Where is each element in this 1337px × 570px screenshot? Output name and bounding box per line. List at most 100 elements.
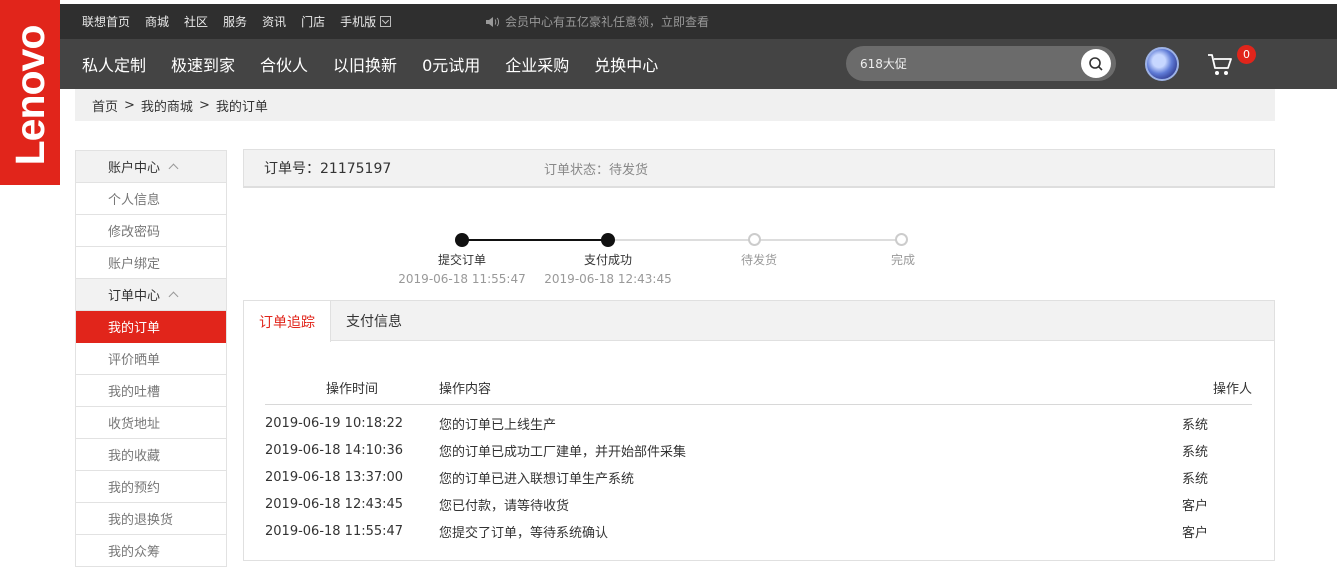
top-link-community[interactable]: 社区: [184, 13, 208, 30]
nav-item-exchange[interactable]: 兑换中心: [594, 52, 658, 76]
top-link-mobile[interactable]: 手机版: [340, 13, 392, 30]
breadcrumb-separator: >: [124, 97, 135, 113]
header-content: 操作内容: [439, 382, 492, 397]
sidebar: 账户中心 个人信息 修改密码 账户绑定 订单中心 我的订单 评价晒单 我的吐槽 …: [75, 150, 227, 567]
table-row: 2019-06-18 12:43:45 您已付款，请等待收货 客户: [265, 491, 1252, 518]
user-avatar[interactable]: [1145, 47, 1179, 81]
row-content: 您的订单已进入联想订单生产系统: [439, 472, 635, 487]
order-header: 订单号：21175197 订单状态：待发货: [243, 149, 1275, 188]
header-time: 操作时间: [326, 382, 379, 397]
top-link-stores[interactable]: 门店: [301, 13, 325, 30]
sidebar-item-reservations[interactable]: 我的预约: [76, 471, 226, 503]
sidebar-header-account[interactable]: 账户中心: [76, 151, 226, 183]
logo-text: Lenovo: [7, 25, 53, 166]
breadcrumb-separator: >: [198, 97, 210, 113]
progress-dot-complete: [895, 233, 908, 246]
row-time: 2019-06-19 10:18:22: [265, 416, 404, 431]
tracking-table: 操作时间 操作内容 操作人 2019-06-19 10:18:22 您的订单已上…: [265, 371, 1252, 545]
sidebar-item-account-binding[interactable]: 账户绑定: [76, 247, 226, 279]
progress-label-complete: 完成: [890, 253, 916, 267]
notice-text: 会员中心有五亿豪礼任意领，立即查看: [505, 15, 710, 29]
top-link-service[interactable]: 服务: [223, 13, 247, 30]
nav-item-enterprise[interactable]: 企业采购: [505, 52, 569, 76]
tab-payment-info[interactable]: 支付信息: [331, 301, 417, 341]
chevron-up-icon: [168, 163, 179, 174]
sidebar-item-my-orders[interactable]: 我的订单: [76, 311, 226, 343]
main-nav-bar: 私人定制 极速到家 合伙人 以旧换新 0元试用 企业采购 兑换中心 0: [60, 39, 1337, 89]
chevron-down-icon: [380, 16, 392, 27]
row-operator: 系统: [1182, 445, 1209, 460]
sidebar-item-returns[interactable]: 我的退换货: [76, 503, 226, 535]
table-row: 2019-06-18 13:37:00 您的订单已进入联想订单生产系统 系统: [265, 464, 1252, 491]
breadcrumb-my-mall[interactable]: 我的商城: [141, 96, 193, 115]
member-notice[interactable]: 会员中心有五亿豪礼任意领，立即查看: [485, 4, 709, 39]
row-time: 2019-06-18 11:55:47: [265, 524, 404, 539]
row-operator: 客户: [1182, 526, 1209, 541]
nav-item-trade-in[interactable]: 以旧换新: [333, 52, 397, 76]
table-row: 2019-06-19 10:18:22 您的订单已上线生产 系统: [265, 410, 1252, 437]
row-time: 2019-06-18 14:10:36: [265, 443, 404, 458]
sidebar-item-crowdfunding[interactable]: 我的众筹: [76, 535, 226, 567]
speaker-icon: [486, 16, 499, 27]
cart-icon[interactable]: [1206, 51, 1234, 77]
top-link-mobile-label: 手机版: [340, 15, 377, 29]
row-content: 您的订单已成功工厂建单，并开始部件采集: [439, 445, 687, 460]
sidebar-header-label: 账户中心: [108, 161, 161, 176]
search-button[interactable]: [1081, 49, 1111, 78]
top-link-mall[interactable]: 商城: [145, 13, 169, 30]
search-icon: [1089, 56, 1103, 71]
table-header: 操作时间 操作内容 操作人: [265, 371, 1252, 405]
sidebar-header-label: 订单中心: [108, 289, 161, 304]
row-operator: 系统: [1182, 418, 1209, 433]
sidebar-item-change-password[interactable]: 修改密码: [76, 215, 226, 247]
search-box: [846, 46, 1116, 81]
cart-count-badge: 0: [1237, 45, 1256, 64]
table-row: 2019-06-18 14:10:36 您的订单已成功工厂建单，并开始部件采集 …: [265, 437, 1252, 464]
row-operator: 客户: [1182, 499, 1209, 514]
nav-items: 私人定制 极速到家 合伙人 以旧换新 0元试用 企业采购 兑换中心: [82, 39, 683, 89]
nav-item-free-trial[interactable]: 0元试用: [422, 52, 480, 76]
row-content: 您提交了订单，等待系统确认: [439, 526, 609, 541]
row-content: 您的订单已上线生产: [439, 418, 557, 433]
nav-item-custom[interactable]: 私人定制: [82, 52, 146, 76]
breadcrumb: 首页 > 我的商城 > 我的订单: [75, 89, 1275, 121]
top-links: 联想首页 商城 社区 服务 资讯 门店 手机版: [82, 4, 406, 39]
progress-dot-paid: [601, 233, 615, 247]
progress-label-pending-ship: 待发货: [740, 253, 778, 267]
top-utility-bar: 联想首页 商城 社区 服务 资讯 门店 手机版 会员中心有五亿豪礼任意领，立即查…: [60, 4, 1337, 39]
order-status: 订单状态：待发货: [544, 162, 649, 178]
nav-item-partner[interactable]: 合伙人: [260, 52, 308, 76]
row-content: 您已付款，请等待收货: [439, 499, 570, 514]
breadcrumb-my-orders: 我的订单: [215, 99, 268, 115]
sidebar-item-favorites[interactable]: 我的收藏: [76, 439, 226, 471]
order-number: 订单号：21175197: [264, 161, 392, 177]
order-progress: 提交订单 支付成功 待发货 完成 2019-06-18 11:55:47 201…: [243, 220, 1275, 295]
top-link-news[interactable]: 资讯: [262, 13, 286, 30]
chevron-up-icon: [168, 291, 179, 302]
lenovo-logo[interactable]: Lenovo: [0, 0, 60, 185]
breadcrumb-home[interactable]: 首页: [92, 96, 118, 115]
progress-label-submitted: 提交订单: [437, 253, 487, 267]
progress-dot-pending-ship: [748, 233, 761, 246]
row-time: 2019-06-18 12:43:45: [265, 497, 404, 512]
progress-time-paid: 2019-06-18 12:43:45: [544, 272, 672, 286]
progress-time-submitted: 2019-06-18 11:55:47: [398, 272, 526, 286]
progress-dot-submitted: [455, 233, 469, 247]
tab-order-tracking[interactable]: 订单追踪: [244, 301, 331, 342]
sidebar-item-reviews[interactable]: 评价晒单: [76, 343, 226, 375]
row-operator: 系统: [1182, 472, 1209, 487]
tab-bar: 订单追踪 支付信息: [244, 301, 1274, 342]
progress-label-paid: 支付成功: [583, 253, 633, 267]
search-input[interactable]: [858, 46, 1068, 81]
sidebar-header-orders[interactable]: 订单中心: [76, 279, 226, 311]
table-row: 2019-06-18 11:55:47 您提交了订单，等待系统确认 客户: [265, 518, 1252, 545]
top-link-home[interactable]: 联想首页: [82, 13, 130, 30]
sidebar-item-addresses[interactable]: 收货地址: [76, 407, 226, 439]
order-detail-panel: 订单追踪 支付信息 操作时间 操作内容 操作人 2019-06-19 10:18…: [243, 300, 1275, 561]
progress-line-done: [462, 239, 608, 241]
row-time: 2019-06-18 13:37:00: [265, 470, 404, 485]
nav-item-fast-delivery[interactable]: 极速到家: [171, 52, 235, 76]
sidebar-item-profile[interactable]: 个人信息: [76, 183, 226, 215]
sidebar-item-complaints[interactable]: 我的吐槽: [76, 375, 226, 407]
header-operator: 操作人: [1212, 382, 1252, 397]
